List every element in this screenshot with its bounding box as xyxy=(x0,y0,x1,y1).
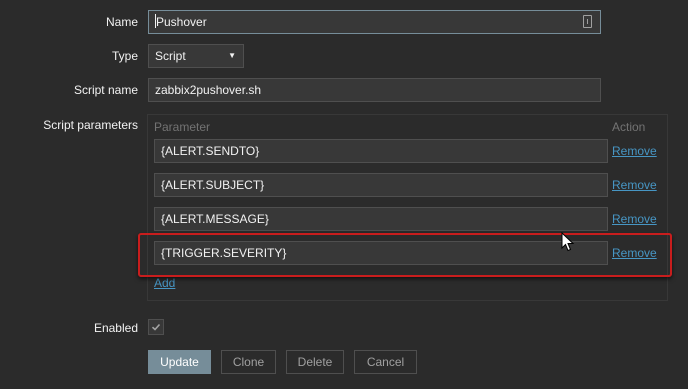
enabled-label: Enabled xyxy=(93,321,138,335)
parameter-value: {ALERT.SUBJECT} xyxy=(161,178,265,192)
type-select-value: Script xyxy=(155,49,186,63)
remove-link-2[interactable]: Remove xyxy=(612,178,657,192)
chevron-down-icon: ▼ xyxy=(228,51,236,60)
remove-link-1[interactable]: Remove xyxy=(612,144,657,158)
highlight-box xyxy=(138,233,672,277)
type-select[interactable]: Script ▼ xyxy=(148,44,244,68)
script-parameters-label: Script parameters xyxy=(43,118,138,132)
cancel-button[interactable]: Cancel xyxy=(354,350,417,374)
remove-link-3[interactable]: Remove xyxy=(612,212,657,226)
name-value: Pushover xyxy=(156,15,207,29)
type-label: Type xyxy=(111,49,138,63)
mouse-pointer-icon xyxy=(561,232,575,252)
parameter-value: {ALERT.SENDTO} xyxy=(161,144,260,158)
parameter-input-2[interactable]: {ALERT.SUBJECT} xyxy=(154,173,608,197)
parameter-input-1[interactable]: {ALERT.SENDTO} xyxy=(154,139,608,163)
password-manager-icon[interactable] xyxy=(583,15,592,28)
clone-button[interactable]: Clone xyxy=(221,350,276,374)
parameter-input-3[interactable]: {ALERT.MESSAGE} xyxy=(154,207,608,231)
column-header-parameter: Parameter xyxy=(154,120,211,134)
column-header-action: Action xyxy=(612,120,646,134)
script-name-value: zabbix2pushover.sh xyxy=(155,83,262,97)
add-parameter-link[interactable]: Add xyxy=(154,276,175,290)
delete-button[interactable]: Delete xyxy=(286,350,344,374)
script-name-label: Script name xyxy=(73,83,138,97)
name-label: Name xyxy=(105,15,138,29)
parameter-value: {ALERT.MESSAGE} xyxy=(161,212,269,226)
checkmark-icon xyxy=(151,323,161,331)
script-name-input[interactable]: zabbix2pushover.sh xyxy=(148,78,601,102)
update-button[interactable]: Update xyxy=(148,350,211,374)
name-input[interactable]: Pushover xyxy=(148,10,601,34)
enabled-checkbox[interactable] xyxy=(148,319,164,335)
